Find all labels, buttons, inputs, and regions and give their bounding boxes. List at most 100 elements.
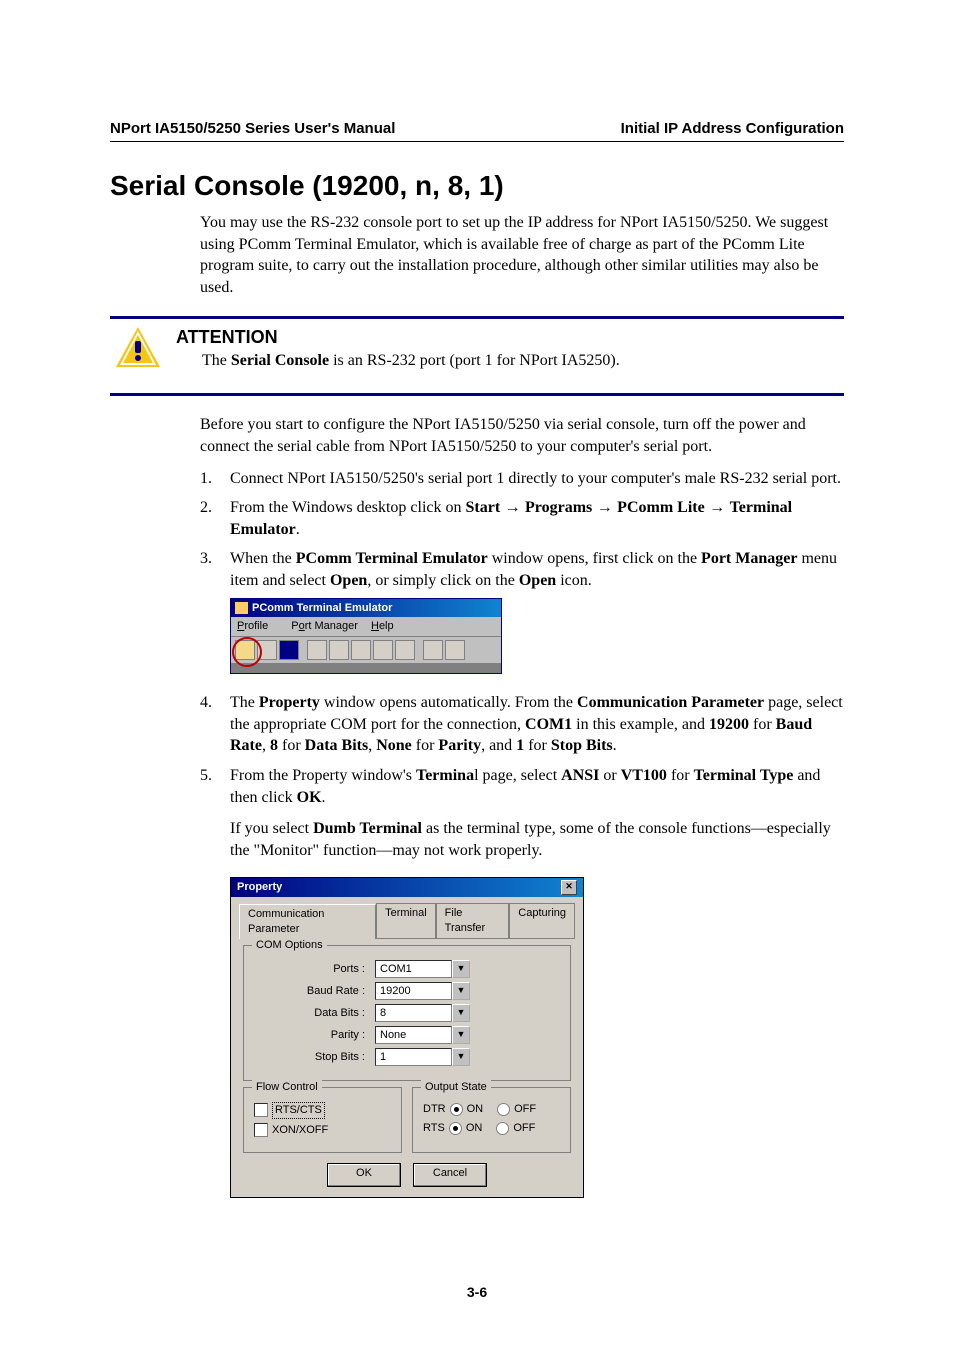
- radio-on-icon[interactable]: [450, 1103, 463, 1116]
- baud-value: 19200: [375, 982, 452, 1000]
- parity-value: None: [375, 1026, 452, 1044]
- step-5-sub: If you select Dumb Terminal as the termi…: [230, 818, 844, 861]
- step-3-text: When the PComm Terminal Emulator window …: [230, 548, 844, 684]
- pcomm-title-text: PComm Terminal Emulator: [252, 601, 392, 616]
- header-right: Initial IP Address Configuration: [621, 120, 844, 137]
- step-number: 4.: [200, 692, 216, 757]
- header-rule: [110, 141, 844, 142]
- attention-text: The Serial Console is an RS-232 port (po…: [202, 352, 836, 370]
- output-state-label: Output State: [421, 1080, 491, 1095]
- ok-button[interactable]: OK: [327, 1163, 401, 1187]
- cancel-button[interactable]: Cancel: [413, 1163, 487, 1187]
- com-options-group: COM Options Ports : COM1 ▼: [243, 945, 571, 1081]
- page-number: 3-6: [0, 1284, 954, 1300]
- toolbar-button[interactable]: [445, 640, 465, 660]
- menu-profile[interactable]: Profile: [237, 620, 278, 632]
- radio-off-icon[interactable]: [497, 1103, 510, 1116]
- flow-control-label: Flow Control: [252, 1080, 322, 1095]
- header-left: NPort IA5150/5250 Series User's Manual: [110, 120, 395, 137]
- databits-value: 8: [375, 1004, 452, 1022]
- on-label: ON: [466, 1121, 483, 1136]
- tab-communication-parameter[interactable]: Communication Parameter: [239, 904, 376, 939]
- checkbox-icon[interactable]: [254, 1103, 268, 1117]
- toolbar-button[interactable]: [373, 640, 393, 660]
- close-icon[interactable]: ✕: [561, 880, 577, 895]
- ports-value: COM1: [375, 960, 452, 978]
- ports-label: Ports :: [333, 962, 365, 977]
- toolbar-button[interactable]: [307, 640, 327, 660]
- menu-port-manager[interactable]: Port Manager: [291, 620, 358, 632]
- attention-bold: Serial Console: [231, 352, 329, 369]
- step-number: 5.: [200, 765, 216, 1208]
- pcomm-titlebar: PComm Terminal Emulator: [231, 599, 501, 618]
- menu-help[interactable]: Help: [371, 620, 394, 632]
- flow-control-group: Flow Control RTS/CTS XON/XOFF: [243, 1087, 402, 1153]
- attention-title: ATTENTION: [176, 327, 836, 348]
- intro-paragraph: You may use the RS-232 console port to s…: [200, 212, 844, 298]
- checkbox-icon[interactable]: [254, 1123, 268, 1137]
- xonxoff-checkbox-row[interactable]: XON/XOFF: [254, 1123, 391, 1138]
- step-1-text: Connect NPort IA5150/5250's serial port …: [230, 468, 844, 490]
- tab-terminal[interactable]: Terminal: [376, 903, 436, 938]
- chevron-down-icon[interactable]: ▼: [452, 1004, 470, 1022]
- toolbar-button[interactable]: [279, 640, 299, 660]
- page-header: NPort IA5150/5250 Series User's Manual I…: [110, 120, 844, 137]
- output-state-group: Output State DTR ON OFF: [412, 1087, 571, 1153]
- rts-label: RTS: [423, 1121, 445, 1136]
- rtscts-label: RTS/CTS: [272, 1102, 325, 1119]
- dtr-row: DTR ON OFF: [423, 1102, 560, 1117]
- pcomm-toolbar: [231, 637, 501, 663]
- com-options-label: COM Options: [252, 938, 327, 953]
- toolbar-button[interactable]: [395, 640, 415, 660]
- dtr-label: DTR: [423, 1102, 446, 1117]
- off-label: OFF: [514, 1102, 536, 1117]
- databits-label: Data Bits :: [314, 1006, 365, 1021]
- pcomm-screenshot: PComm Terminal Emulator Profile Port Man…: [230, 598, 502, 675]
- toolbar-button[interactable]: [329, 640, 349, 660]
- rtscts-checkbox-row[interactable]: RTS/CTS: [254, 1102, 391, 1119]
- chevron-down-icon[interactable]: ▼: [452, 982, 470, 1000]
- toolbar-button[interactable]: [423, 640, 443, 660]
- rts-row: RTS ON OFF: [423, 1121, 560, 1136]
- radio-off-icon[interactable]: [496, 1122, 509, 1135]
- on-label: ON: [467, 1102, 484, 1117]
- chevron-down-icon[interactable]: ▼: [452, 1026, 470, 1044]
- xonxoff-label: XON/XOFF: [272, 1123, 328, 1138]
- baud-label: Baud Rate :: [307, 984, 365, 999]
- parity-select[interactable]: None ▼: [375, 1026, 470, 1044]
- pre-list-paragraph: Before you start to configure the NPort …: [200, 414, 844, 457]
- toolbar-button[interactable]: [257, 640, 277, 660]
- section-title: Serial Console (19200, n, 8, 1): [110, 170, 844, 202]
- step-number: 2.: [200, 497, 216, 540]
- stopbits-value: 1: [375, 1048, 452, 1066]
- property-tabs: Communication Parameter Terminal File Tr…: [239, 903, 575, 939]
- chevron-down-icon[interactable]: ▼: [452, 960, 470, 978]
- step-2-text: From the Windows desktop click on Start …: [230, 497, 844, 540]
- steps-list: 1. Connect NPort IA5150/5250's serial po…: [200, 468, 844, 1208]
- chevron-down-icon[interactable]: ▼: [452, 1048, 470, 1066]
- open-icon[interactable]: [235, 640, 255, 660]
- step-number: 1.: [200, 468, 216, 490]
- step-5-text: From the Property window's Terminal page…: [230, 765, 844, 1208]
- warning-icon: [114, 325, 162, 369]
- stopbits-select[interactable]: 1 ▼: [375, 1048, 470, 1066]
- property-dialog-screenshot: Property ✕ Communication Parameter Termi…: [230, 877, 584, 1197]
- radio-on-icon[interactable]: [449, 1122, 462, 1135]
- tab-capturing[interactable]: Capturing: [509, 903, 575, 938]
- attention-box: ATTENTION The Serial Console is an RS-23…: [110, 316, 844, 396]
- attention-post: is an RS-232 port (port 1 for NPort IA52…: [329, 352, 620, 369]
- step-4-text: The Property window opens automatically.…: [230, 692, 844, 757]
- stopbits-label: Stop Bits :: [315, 1050, 365, 1065]
- off-label: OFF: [513, 1121, 535, 1136]
- tab-file-transfer[interactable]: File Transfer: [436, 903, 510, 938]
- databits-select[interactable]: 8 ▼: [375, 1004, 470, 1022]
- attention-pre: The: [202, 352, 231, 369]
- parity-label: Parity :: [331, 1028, 365, 1043]
- toolbar-button[interactable]: [351, 640, 371, 660]
- ports-select[interactable]: COM1 ▼: [375, 960, 470, 978]
- pcomm-client-area: [231, 663, 501, 673]
- property-titlebar: Property ✕: [231, 878, 583, 897]
- pcomm-app-icon: [235, 602, 248, 614]
- pcomm-menubar: Profile Port Manager Help: [231, 617, 501, 637]
- baud-select[interactable]: 19200 ▼: [375, 982, 470, 1000]
